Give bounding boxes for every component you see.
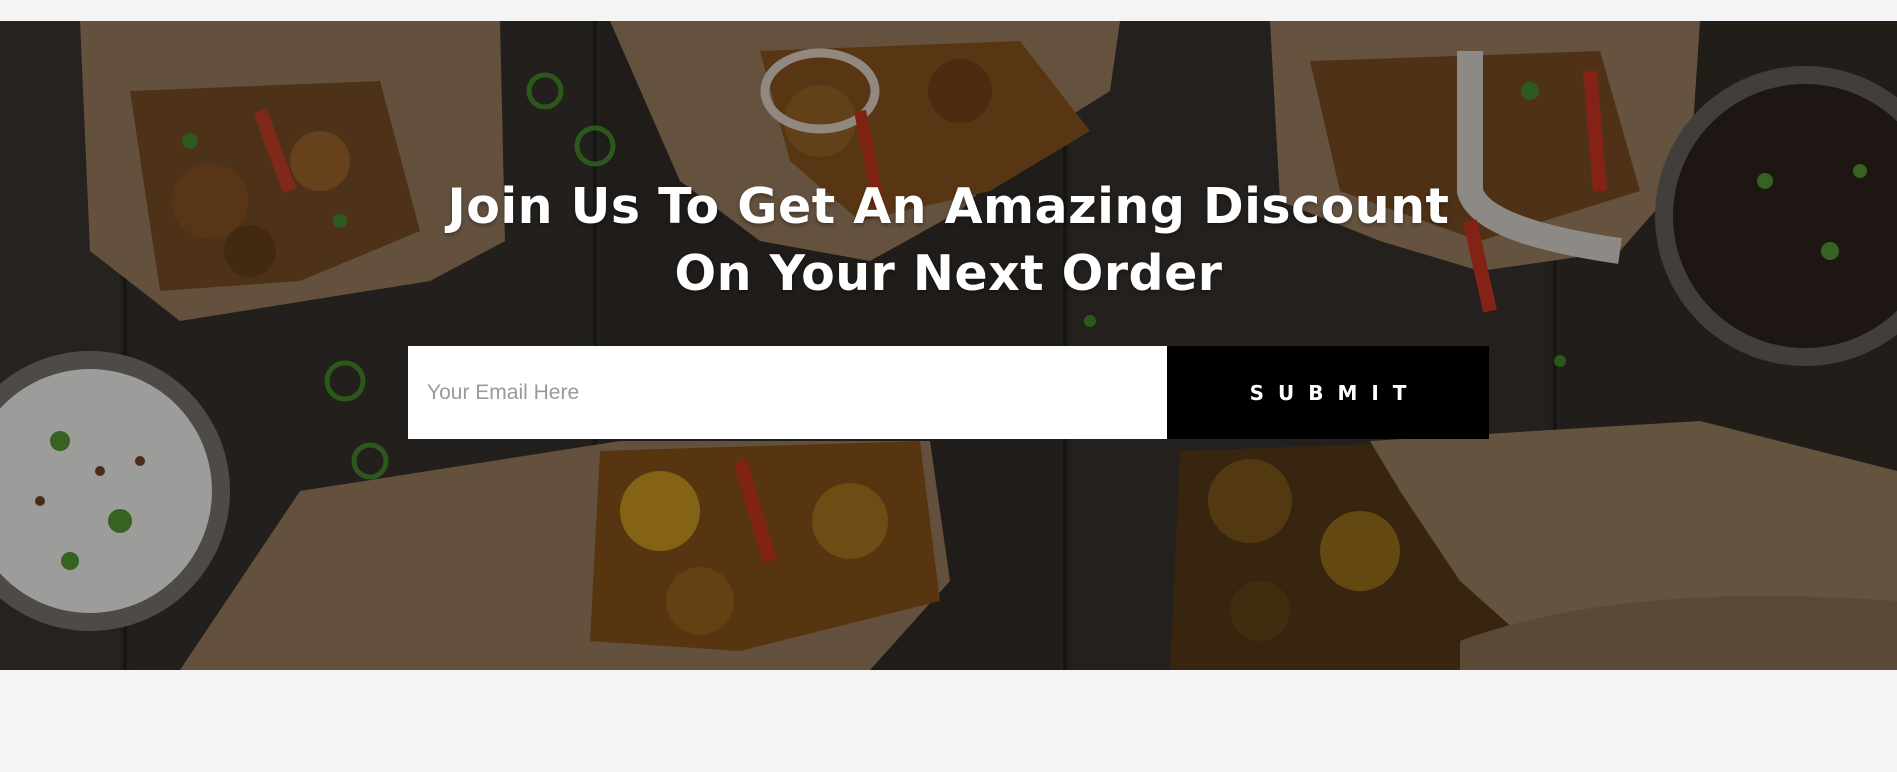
- email-input[interactable]: [408, 346, 1167, 439]
- newsletter-content: Join Us To Get An Amazing Discount On Yo…: [0, 21, 1897, 670]
- submit-button[interactable]: SUBMIT: [1167, 346, 1489, 439]
- newsletter-form: SUBMIT: [408, 346, 1489, 439]
- newsletter-banner: Join Us To Get An Amazing Discount On Yo…: [0, 21, 1897, 670]
- page: Join Us To Get An Amazing Discount On Yo…: [0, 0, 1897, 772]
- headline-line-2: On Your Next Order: [674, 245, 1223, 302]
- headline-line-1: Join Us To Get An Amazing Discount: [447, 178, 1450, 235]
- newsletter-headline: Join Us To Get An Amazing Discount On Yo…: [0, 173, 1897, 307]
